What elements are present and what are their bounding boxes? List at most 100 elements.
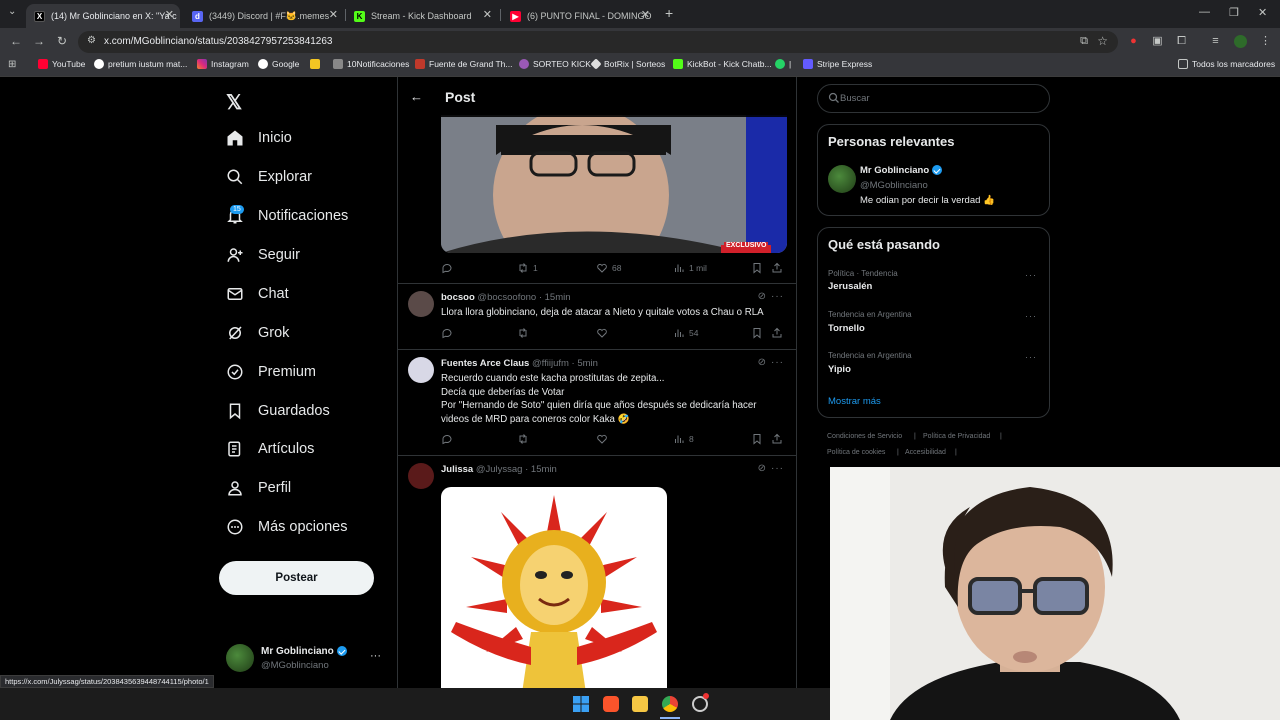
- grok-explain-icon[interactable]: ⊘: [758, 357, 766, 368]
- views-button[interactable]: 8: [673, 433, 694, 445]
- more-options-icon[interactable]: ···: [1025, 352, 1037, 362]
- chrome-icon[interactable]: [662, 696, 678, 712]
- close-icon[interactable]: ✕: [329, 8, 338, 21]
- nav-guardados[interactable]: Guardados: [226, 399, 330, 423]
- forward-icon[interactable]: →: [33, 34, 45, 48]
- bookmark-botrix[interactable]: BotRix | Sorteos: [590, 58, 665, 70]
- reply-author-name[interactable]: Julissa: [441, 464, 473, 475]
- bookmark-button[interactable]: [751, 327, 767, 339]
- nav-mas-opciones[interactable]: Más opciones: [226, 515, 347, 539]
- like-button[interactable]: [596, 327, 612, 339]
- footer-terms-link[interactable]: Condiciones de Servicio: [827, 433, 902, 440]
- close-icon[interactable]: ✕: [483, 8, 492, 21]
- nav-seguir[interactable]: Seguir: [226, 243, 300, 267]
- omnibox[interactable]: ⚙ x.com/MGoblinciano/status/203842795725…: [78, 31, 1118, 53]
- brave-browser-icon[interactable]: [603, 696, 619, 712]
- nav-explorar[interactable]: Explorar: [226, 165, 312, 189]
- back-icon[interactable]: ←: [10, 34, 22, 48]
- grok-explain-icon[interactable]: ⊘: [758, 463, 766, 474]
- close-icon[interactable]: ✕: [641, 8, 650, 21]
- bookmark-stripe[interactable]: Stripe Express: [803, 59, 872, 69]
- footer-cookies-link[interactable]: Política de cookies: [827, 449, 885, 456]
- post-button[interactable]: Postear: [219, 561, 374, 595]
- reply-button[interactable]: [441, 262, 457, 274]
- install-icon[interactable]: ⧉: [1080, 35, 1088, 48]
- bookmark-instagram[interactable]: Instagram: [197, 59, 249, 69]
- restore-icon[interactable]: ❐: [1229, 6, 1239, 19]
- tab-youtube[interactable]: ▶ (6) PUNTO FINAL - DOMINGO ✕: [502, 4, 656, 28]
- more-options-icon[interactable]: ···: [771, 291, 784, 302]
- like-button[interactable]: 68: [596, 262, 621, 274]
- bookmark-kickbot[interactable]: KickBot - Kick Chatb...: [673, 59, 772, 69]
- reply-author-name[interactable]: bocsoo: [441, 292, 475, 303]
- reply-time[interactable]: · 15min: [525, 464, 557, 475]
- reply-time[interactable]: · 15min: [539, 292, 571, 303]
- site-info-icon[interactable]: ⚙: [87, 35, 96, 46]
- apps-icon[interactable]: ⊞: [8, 59, 16, 70]
- repost-button[interactable]: [517, 433, 533, 445]
- reply-handle[interactable]: @Julyssag: [476, 464, 523, 475]
- bookmark-10notificaciones[interactable]: 10Notificaciones: [333, 59, 409, 69]
- reply-item[interactable]: bocsoo @bocsoofono · 15min ⊘ ··· Llora l…: [398, 283, 796, 349]
- profile-avatar[interactable]: [1234, 35, 1247, 48]
- bookmark-youtube[interactable]: YouTube: [38, 59, 85, 69]
- minimize-icon[interactable]: —: [1199, 6, 1210, 18]
- tab-search-icon[interactable]: ⌄: [8, 6, 16, 17]
- tab-search-icon[interactable]: ≡: [1209, 35, 1222, 48]
- tab-kick[interactable]: K Stream - Kick Dashboard ✕: [346, 4, 498, 28]
- reply-handle[interactable]: @ffiijufm: [532, 358, 569, 369]
- bookmark-google[interactable]: Google: [258, 59, 299, 69]
- avatar[interactable]: [408, 463, 434, 489]
- more-options-icon[interactable]: ···: [1025, 311, 1037, 321]
- more-options-icon[interactable]: ···: [1025, 270, 1037, 280]
- bookmark-button[interactable]: [751, 262, 767, 274]
- avatar[interactable]: [408, 357, 434, 383]
- views-button[interactable]: 54: [673, 327, 698, 339]
- nav-articulos[interactable]: Artículos: [226, 437, 314, 461]
- reply-author-name[interactable]: Fuentes Arce Claus: [441, 358, 529, 369]
- relevant-handle[interactable]: @MGoblinciano: [860, 180, 928, 191]
- share-button[interactable]: [771, 433, 787, 445]
- x-logo-icon[interactable]: 𝕏: [226, 90, 242, 115]
- all-bookmarks[interactable]: Todos los marcadores: [1178, 59, 1275, 69]
- bookmark-fuente[interactable]: Fuente de Grand Th...: [415, 59, 512, 69]
- window-close-icon[interactable]: ✕: [1258, 6, 1267, 19]
- star-icon[interactable]: ☆: [1097, 34, 1108, 48]
- extension-red-icon[interactable]: ●: [1127, 35, 1140, 48]
- bookmark-pretium[interactable]: pretium iustum mat...: [94, 59, 187, 69]
- nav-notificaciones[interactable]: Notificaciones: [226, 204, 348, 228]
- close-icon[interactable]: ✕: [165, 8, 174, 21]
- tab-discord[interactable]: d (3449) Discord | #F🐱.memes ✕: [184, 4, 344, 28]
- nav-premium[interactable]: Premium: [226, 360, 316, 384]
- kebab-menu-icon[interactable]: ⋮: [1259, 35, 1272, 48]
- nav-grok[interactable]: Grok: [226, 321, 289, 345]
- share-button[interactable]: [771, 327, 787, 339]
- grok-explain-icon[interactable]: ⊘: [758, 291, 766, 302]
- post-media-image[interactable]: EXCLUSIVO: [441, 115, 787, 253]
- nav-chat[interactable]: Chat: [226, 282, 289, 306]
- reply-handle[interactable]: @bocsoofono: [477, 292, 536, 303]
- bookmark-button[interactable]: [751, 433, 767, 445]
- account-more-icon[interactable]: ···: [370, 650, 381, 662]
- share-button[interactable]: [771, 262, 787, 274]
- bookmark-sorteo-kick[interactable]: SORTEO KICK: [519, 59, 591, 69]
- file-explorer-icon[interactable]: [632, 696, 648, 712]
- tab-x[interactable]: X (14) Mr Goblinciano en X: "Ya c ✕: [26, 4, 180, 28]
- reload-icon[interactable]: ↻: [57, 34, 67, 48]
- reply-time[interactable]: · 5min: [572, 358, 598, 369]
- new-tab-button[interactable]: +: [665, 5, 673, 21]
- url-text[interactable]: x.com/MGoblinciano/status/20384279572538…: [104, 36, 333, 47]
- show-more-link[interactable]: Mostrar más: [828, 396, 881, 407]
- extension-icon[interactable]: ▣: [1151, 35, 1164, 48]
- more-options-icon[interactable]: ···: [771, 463, 784, 474]
- reply-item[interactable]: Fuentes Arce Claus @ffiijufm · 5min ⊘ ··…: [398, 349, 796, 455]
- windows-start-icon[interactable]: [573, 696, 589, 712]
- footer-privacy-link[interactable]: Política de Privacidad: [923, 433, 990, 440]
- puzzle-icon[interactable]: ⧠: [1175, 35, 1188, 48]
- footer-accessibility-link[interactable]: Accesibilidad: [905, 449, 946, 456]
- account-switcher[interactable]: Mr Goblinciano @MGoblinciano ···: [226, 644, 386, 674]
- search-input[interactable]: Buscar: [817, 84, 1050, 113]
- bookmark-whatsapp[interactable]: |: [775, 59, 791, 69]
- more-options-icon[interactable]: ···: [771, 357, 784, 368]
- repost-button[interactable]: 1: [517, 262, 538, 274]
